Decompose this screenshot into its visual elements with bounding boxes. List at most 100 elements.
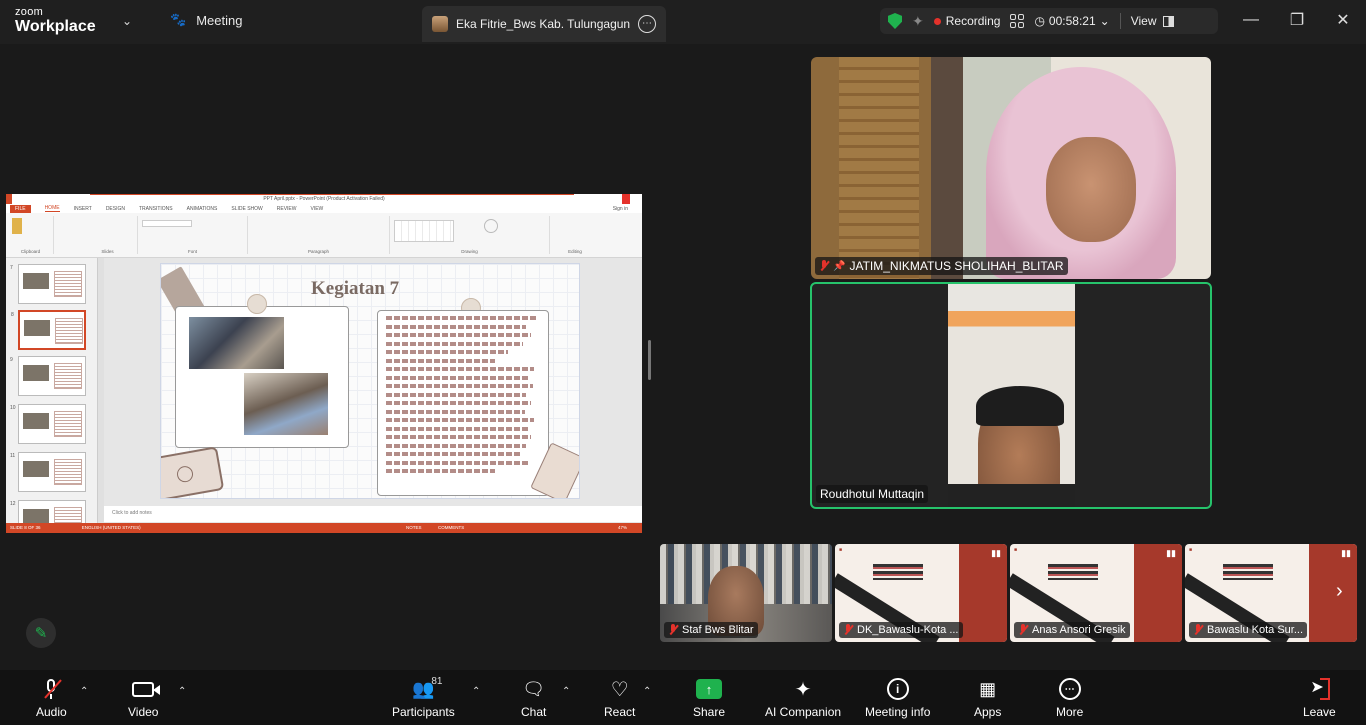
muted-mic-icon (819, 260, 829, 272)
participants-options-caret-icon[interactable]: ⌃ (472, 686, 480, 697)
participant-name-tag: 📌 JATIM_NIKMATUS SHOLIHAH_BLITAR (815, 257, 1068, 275)
more-label: More (1056, 705, 1084, 719)
ppt-ribbon: Clipboard Slides Font Paragraph Drawing … (6, 213, 642, 258)
apps-button[interactable]: ▦ Apps (974, 676, 1001, 720)
clock-icon: ◷ (1034, 14, 1045, 28)
ppt-logo-icon (6, 194, 12, 204)
share-button[interactable]: ↑ Share (693, 676, 725, 719)
participant-name-tag: DK_Bawaslu-Kota ... (839, 622, 963, 638)
participant-name-tag: Staf Bws Blitar (664, 622, 758, 638)
participant-name-tag: Anas Ansori Gresik (1014, 622, 1130, 638)
slide-thumbnail-selected: 8 (11, 310, 86, 350)
recording-label: Recording (945, 14, 1001, 28)
gallery-icon[interactable] (1010, 14, 1025, 28)
shared-screen[interactable]: PPT April.pptx - PowerPoint (Product Act… (6, 194, 642, 533)
recording-indicator[interactable]: Recording (933, 14, 1001, 28)
activity-photo (244, 373, 328, 435)
slide-heading (1048, 564, 1098, 580)
slide-canvas: Kegiatan 7 (160, 263, 580, 499)
ppt-close-icon (622, 194, 630, 204)
meeting-title-tab[interactable]: Eka Fitrie_Bws Kab. Tulungagung' ⋯ (422, 6, 666, 42)
chevron-right-icon[interactable]: › (1336, 580, 1343, 603)
sparkle-icon: ✦ (794, 678, 812, 701)
annotate-pen-icon[interactable]: ✎ (26, 618, 56, 648)
meeting-timer[interactable]: ◷ 00:58:21 ⌄ (1034, 14, 1109, 28)
more-button[interactable]: ⋯ More (1056, 676, 1083, 719)
muted-mic-icon (1193, 624, 1203, 636)
participant-camera (948, 284, 1075, 507)
participant-name-tag: Bawaslu Kota Sur... (1189, 622, 1307, 638)
brand-large: Workplace (15, 18, 96, 35)
audio-button[interactable]: Audio (36, 676, 67, 719)
window-controls: — ❐ ✕ (1228, 0, 1366, 40)
ppt-tab-review: REVIEW (276, 205, 297, 212)
minimize-icon[interactable]: — (1228, 0, 1274, 40)
thumbnail-scrollbar (98, 258, 104, 523)
chat-button[interactable]: 🗨 Chat (521, 676, 546, 720)
split-divider-handle[interactable] (648, 340, 651, 380)
ppt-group-label: Editing (568, 249, 582, 254)
ppt-tab-view: VIEW (310, 205, 324, 212)
ai-companion-button[interactable]: ✦ AI Companion (765, 676, 841, 720)
meeting-info-button[interactable]: i Meeting info (865, 676, 930, 719)
chevron-down-icon[interactable]: ⌄ (122, 14, 132, 28)
avatar (432, 16, 448, 32)
heart-icon: ♡ (610, 678, 629, 701)
participant-name: Anas Ansori Gresik (1032, 624, 1126, 636)
meeting-status-bar: ✦ Recording ◷ 00:58:21 ⌄ View (880, 8, 1218, 34)
slide-thumbnail: 9 (10, 356, 86, 396)
ppt-workspace: 7 8 9 10 11 12 Kegiatan 7 Click to add n… (6, 258, 642, 533)
ppt-status-bar: SLIDE 8 OF 36 ENGLISH (UNITED STATES) NO… (6, 523, 642, 533)
view-button[interactable]: View (1131, 14, 1174, 28)
mic-signal-icon: ▮▮ (1166, 548, 1176, 558)
ppt-group-clipboard: Clipboard (8, 216, 54, 254)
shield-icon[interactable] (888, 13, 902, 29)
thumb-number: 7 (10, 265, 13, 271)
react-button[interactable]: ♡ React (604, 676, 635, 720)
ppt-tab-slideshow: SLIDE SHOW (231, 205, 263, 212)
restore-icon[interactable]: ❐ (1274, 0, 1320, 40)
sparkle-icon[interactable]: ✦ (912, 13, 924, 30)
muted-mic-icon (843, 624, 853, 636)
zoom-logo[interactable]: zoom Workplace (15, 7, 96, 35)
ppt-group-label: Clipboard (20, 249, 41, 254)
participant-name: Staf Bws Blitar (682, 624, 754, 636)
slide-text-box (377, 310, 549, 496)
pin-icon: 📌 (833, 260, 846, 272)
participant-face (1046, 137, 1136, 242)
video-options-caret-icon[interactable]: ⌃ (178, 686, 186, 697)
ppt-group-label: Slides (101, 249, 114, 254)
paw-icon: 🐾 (170, 12, 187, 27)
react-options-caret-icon[interactable]: ⌃ (643, 686, 651, 697)
title-bar: zoom Workplace ⌄ 🐾 Meeting Eka Fitrie_Bw… (0, 0, 1366, 44)
muted-mic-icon (1018, 624, 1028, 636)
slide-thumbnail: 7 (10, 264, 86, 304)
filmstrip-tile[interactable]: ■ ▮▮ Bawaslu Kota Sur... (1185, 544, 1357, 642)
filmstrip-tile[interactable]: Staf Bws Blitar (660, 544, 832, 642)
slide-heading (1223, 564, 1273, 580)
participant-video-tile[interactable]: 📌 JATIM_NIKMATUS SHOLIHAH_BLITAR (811, 57, 1211, 279)
brand-small: zoom (15, 6, 44, 18)
mic-signal-icon: ▮▮ (1341, 548, 1351, 558)
leave-button[interactable]: ➤ Leave (1303, 676, 1336, 719)
ppt-group-label: Font (187, 249, 197, 254)
thumb-number: 10 (10, 405, 16, 411)
info-icon: i (886, 678, 909, 700)
active-speaker-tile[interactable]: Roudhotul Muttaqin (810, 282, 1212, 509)
filmstrip-tile[interactable]: ■ ▮▮ DK_Bawaslu-Kota ... (835, 544, 1007, 642)
ppt-group-label: Paragraph (307, 249, 329, 254)
audio-options-caret-icon[interactable]: ⌃ (80, 686, 88, 697)
close-icon[interactable]: ✕ (1320, 0, 1366, 40)
more-options-icon[interactable]: ⋯ (638, 15, 656, 33)
zoom-window: zoom Workplace ⌄ 🐾 Meeting Eka Fitrie_Bw… (0, 0, 1366, 725)
ppt-comments-toggle: COMMENTS (438, 525, 465, 530)
thumb-number: 8 (11, 312, 14, 318)
photo-card (175, 306, 349, 448)
video-button[interactable]: Video (128, 676, 158, 719)
meeting-tab[interactable]: 🐾 Meeting (170, 12, 242, 28)
filmstrip-tile[interactable]: ■ ▮▮ Anas Ansori Gresik (1010, 544, 1182, 642)
chat-options-caret-icon[interactable]: ⌃ (562, 686, 570, 697)
participants-button[interactable]: 👥 81 Participants (392, 676, 455, 719)
thumb-number: 11 (10, 453, 16, 459)
camera-icon (132, 681, 155, 697)
